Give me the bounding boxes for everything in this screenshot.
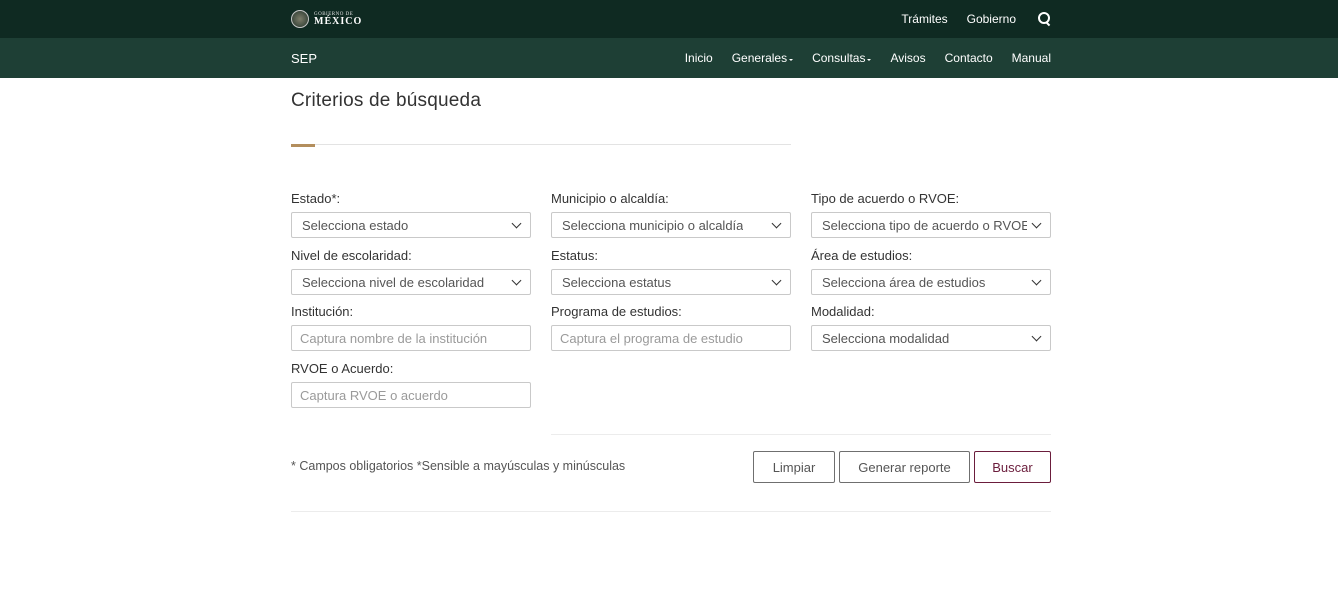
nav-link-gobierno[interactable]: Gobierno — [967, 12, 1016, 26]
title-divider — [291, 144, 791, 145]
chevron-down-icon — [771, 275, 782, 285]
estado-label: Estado*: — [291, 191, 341, 206]
search-button[interactable]: Buscar — [974, 451, 1051, 483]
required-fields-note: * Campos obligatorios *Sensible a mayúsc… — [291, 459, 626, 473]
field-rvoe: RVOE o Acuerdo: Captura RVOE o acuerdo — [291, 361, 531, 408]
chevron-down-icon — [511, 218, 522, 228]
nav-item-label: Inicio — [684, 51, 713, 65]
institucion-input[interactable]: Captura nombre de la institución — [291, 325, 531, 351]
estatus-select[interactable]: Selecciona estatus — [551, 269, 791, 295]
gobierno-mexico-logo[interactable]: GOBIERNO DE MÉXICO — [291, 10, 362, 28]
logo-main-text: MÉXICO — [314, 15, 363, 27]
nav-link-tramites[interactable]: Trámites — [901, 12, 947, 26]
modalidad-label: Modalidad: — [811, 304, 875, 319]
municipio-selected-value: Selecciona municipio o alcaldía — [562, 217, 744, 233]
chevron-down-icon — [1031, 275, 1042, 285]
municipio-label: Municipio o alcaldía: — [551, 191, 669, 206]
rvoe-input[interactable]: Captura RVOE o acuerdo — [291, 382, 531, 408]
nivel-selected-value: Selecciona nivel de escolaridad — [302, 274, 485, 290]
page-title: Criterios de búsqueda — [291, 90, 482, 111]
programa-label: Programa de estudios: — [551, 304, 682, 319]
government-top-bar: GOBIERNO DE MÉXICO Trámites Gobierno — [0, 0, 1338, 38]
area-selected-value: Selecciona área de estudios — [822, 274, 986, 290]
clear-button[interactable]: Limpiar — [753, 451, 835, 483]
field-tipo-acuerdo: Tipo de acuerdo o RVOE: Selecciona tipo … — [811, 191, 1051, 238]
institucion-label: Institución: — [291, 304, 354, 319]
programa-input[interactable]: Captura el programa de estudio — [551, 325, 791, 351]
tipo-acuerdo-select[interactable]: Selecciona tipo de acuerdo o RVOE — [811, 212, 1051, 238]
nav-item-label: Contacto — [944, 51, 993, 65]
bottom-divider — [291, 511, 1051, 512]
estado-selected-value: Selecciona estado — [302, 217, 409, 233]
field-area: Área de estudios: Selecciona área de est… — [811, 248, 1051, 295]
generate-report-button[interactable]: Generar reporte — [839, 451, 970, 483]
nav-item-label: Manual — [1011, 51, 1051, 65]
top-nav: Trámites Gobierno — [901, 12, 1051, 26]
sep-nav-bar: SEP Inicio Generales Consultas Avisos Co… — [0, 38, 1338, 78]
national-seal-icon — [291, 10, 309, 28]
nav-item-label: Avisos — [890, 51, 926, 65]
nav-item-manual[interactable]: Manual — [1012, 51, 1051, 65]
nivel-label: Nivel de escolaridad: — [291, 248, 412, 263]
rvoe-label: RVOE o Acuerdo: — [291, 361, 394, 376]
nivel-select[interactable]: Selecciona nivel de escolaridad — [291, 269, 531, 295]
chevron-down-icon — [511, 275, 522, 285]
caret-down-icon — [867, 58, 872, 61]
estatus-label: Estatus: — [551, 248, 598, 263]
modalidad-selected-value: Selecciona modalidad — [822, 330, 950, 346]
nav-item-contacto[interactable]: Contacto — [945, 51, 993, 65]
field-institucion: Institución: Captura nombre de la instit… — [291, 304, 531, 351]
nav-item-consultas[interactable]: Consultas — [812, 51, 872, 65]
field-estatus: Estatus: Selecciona estatus — [551, 248, 791, 295]
nav-item-label: Consultas — [812, 51, 866, 65]
programa-placeholder: Captura el programa de estudio — [560, 330, 743, 346]
title-accent-bar — [291, 144, 315, 147]
tipo-acuerdo-label: Tipo de acuerdo o RVOE: — [811, 191, 960, 206]
field-modalidad: Modalidad: Selecciona modalidad — [811, 304, 1051, 351]
area-select[interactable]: Selecciona área de estudios — [811, 269, 1051, 295]
form-divider — [551, 434, 1051, 435]
search-icon[interactable] — [1037, 12, 1051, 26]
caret-down-icon — [789, 58, 794, 61]
chevron-down-icon — [1031, 331, 1042, 341]
form-actions: Limpiar Generar reporte Buscar — [753, 451, 1051, 483]
area-label: Área de estudios: — [811, 248, 913, 263]
modalidad-select[interactable]: Selecciona modalidad — [811, 325, 1051, 351]
nav-item-label: Generales — [731, 51, 788, 65]
nav-item-inicio[interactable]: Inicio — [685, 51, 713, 65]
main-nav: Inicio Generales Consultas Avisos Contac… — [685, 51, 1051, 65]
municipio-select[interactable]: Selecciona municipio o alcaldía — [551, 212, 791, 238]
brand-sep[interactable]: SEP — [291, 51, 317, 66]
field-municipio: Municipio o alcaldía: Selecciona municip… — [551, 191, 791, 238]
institucion-placeholder: Captura nombre de la institución — [300, 330, 488, 346]
chevron-down-icon — [771, 218, 782, 228]
field-nivel: Nivel de escolaridad: Selecciona nivel d… — [291, 248, 531, 295]
estado-select[interactable]: Selecciona estado — [291, 212, 531, 238]
field-estado: Estado*: Selecciona estado — [291, 191, 531, 238]
field-programa: Programa de estudios: Captura el program… — [551, 304, 791, 351]
nav-item-generales[interactable]: Generales — [731, 51, 794, 65]
chevron-down-icon — [1031, 218, 1042, 228]
tipo-acuerdo-selected-value: Selecciona tipo de acuerdo o RVOE — [822, 217, 1027, 233]
rvoe-placeholder: Captura RVOE o acuerdo — [300, 387, 448, 403]
estatus-selected-value: Selecciona estatus — [562, 274, 672, 290]
nav-item-avisos[interactable]: Avisos — [890, 51, 925, 65]
